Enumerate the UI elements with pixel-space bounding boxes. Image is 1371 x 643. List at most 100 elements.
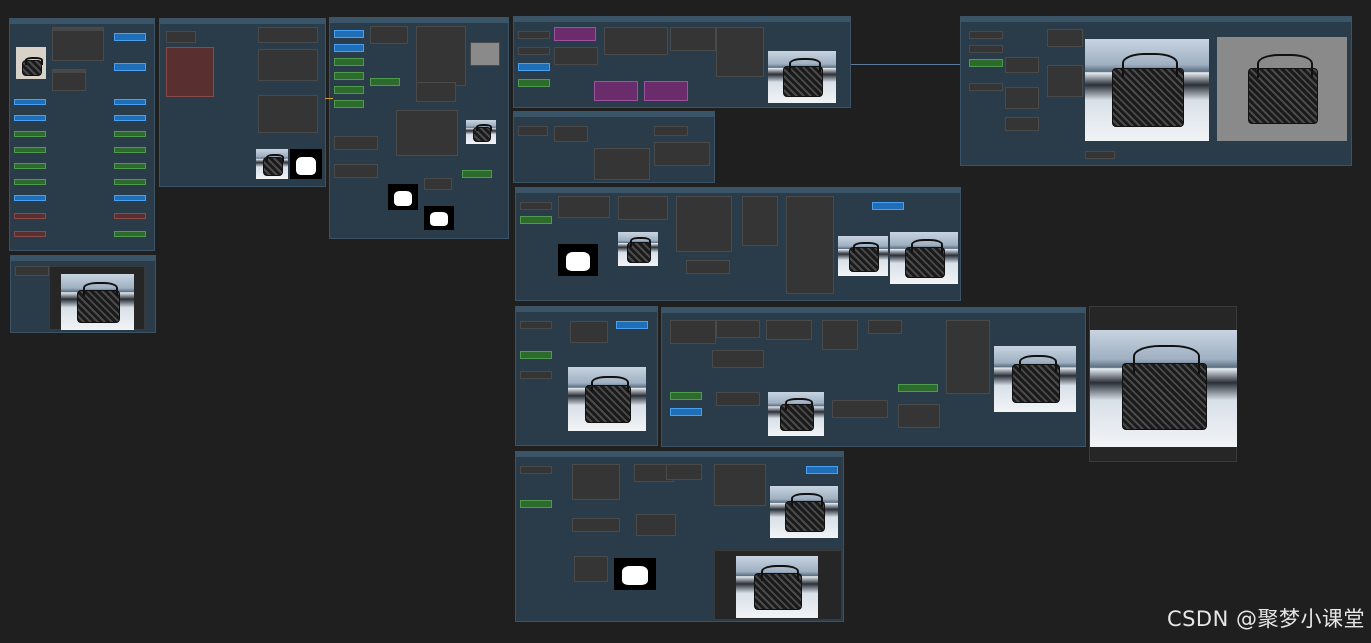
model-node[interactable] [766,320,812,340]
image-preview-node[interactable] [470,42,500,66]
primitive-node[interactable] [114,195,146,201]
primitive-node[interactable] [14,195,46,201]
prompt-node[interactable] [969,59,1003,67]
model-node[interactable] [742,196,778,246]
conditioning-node[interactable] [258,49,318,81]
model-node[interactable] [1005,117,1039,131]
primitive-node[interactable] [114,115,146,121]
reroute-node[interactable] [114,213,146,219]
primitive-node[interactable] [114,99,146,105]
group-header[interactable] [330,18,508,23]
prompt-node[interactable] [462,170,492,178]
vae-node[interactable] [686,260,730,274]
loader-node[interactable] [969,31,1003,39]
vae-decode-node[interactable] [416,82,456,102]
group-header[interactable] [516,307,657,312]
vae-node[interactable] [969,83,1003,91]
node-group-mask[interactable] [159,18,326,187]
mask-node[interactable] [334,136,378,150]
group-header[interactable] [160,19,325,24]
node-group-detail[interactable] [661,307,1086,447]
ksampler-node[interactable] [636,514,676,536]
model-node[interactable] [670,27,716,51]
primitive-node[interactable] [334,44,364,52]
upscale-node[interactable] [554,126,588,142]
prompt-node[interactable] [114,147,146,153]
segment-node[interactable] [258,95,318,133]
model-node[interactable] [868,320,902,334]
node-group-compare[interactable] [960,16,1352,166]
encode-node[interactable] [558,196,610,218]
loader-node[interactable] [518,126,548,136]
node-group-inpaint[interactable] [515,187,961,301]
prompt-node[interactable] [670,392,702,400]
prompt-node[interactable] [114,179,146,185]
ksampler-node[interactable] [946,320,990,394]
group-header[interactable] [516,188,960,193]
model-node[interactable] [666,464,702,480]
resize-node[interactable] [52,69,86,91]
ksampler-node[interactable] [714,464,766,506]
model-node[interactable] [822,320,858,350]
model-node[interactable] [572,518,620,532]
primitive-node[interactable] [872,202,904,210]
primitive-node[interactable] [114,63,146,71]
prompt-node[interactable] [898,384,938,392]
loader-node[interactable] [520,466,552,474]
prompt-node[interactable] [114,131,146,137]
mask-node[interactable] [334,164,378,178]
prompt-node[interactable] [14,131,46,137]
ipadapter-node[interactable] [594,81,638,101]
model-node[interactable] [1005,57,1039,73]
node-group-ipadapter[interactable] [513,16,851,108]
prompt-node[interactable] [334,72,364,80]
prompt-node[interactable] [114,163,146,169]
prompt-node[interactable] [14,163,46,169]
group-header[interactable] [10,19,154,24]
node-group-relight[interactable] [515,306,658,446]
node-group-controlnet[interactable] [329,17,509,239]
loader-node[interactable] [518,47,550,55]
loader-node[interactable] [166,31,196,43]
save-image-node[interactable] [15,266,49,276]
image-node[interactable] [832,400,888,418]
prompt-node[interactable] [334,100,364,108]
model-node[interactable] [572,464,620,500]
model-node[interactable] [604,27,668,55]
model-node[interactable] [1005,87,1039,109]
group-header[interactable] [961,17,1351,22]
prompt-node[interactable] [518,79,550,87]
prompt-node[interactable] [520,216,552,224]
mask-node[interactable] [574,556,608,582]
ksampler-node[interactable] [1047,29,1083,47]
ksampler-node[interactable] [594,148,650,180]
save-node[interactable] [424,178,452,190]
primitive-node[interactable] [14,99,46,105]
prompt-node[interactable] [520,351,552,359]
prompt-node[interactable] [370,78,400,86]
prompt-node[interactable] [520,500,552,508]
group-header[interactable] [516,452,843,457]
loader-node[interactable] [520,321,552,329]
image-composite-node[interactable] [396,110,458,156]
reroute-node[interactable] [14,231,46,237]
group-header[interactable] [11,256,155,261]
group-header[interactable] [514,17,850,22]
model-node[interactable] [670,320,716,344]
load-image-node[interactable] [52,27,104,61]
loader-node[interactable] [520,202,552,210]
save-node[interactable] [1085,151,1115,159]
ksampler-node[interactable] [416,26,466,86]
save-node[interactable] [898,404,940,428]
prompt-node[interactable] [334,86,364,94]
node-group-inputs[interactable] [9,18,155,251]
model-node[interactable] [716,320,760,338]
conditioning-node[interactable] [712,350,764,368]
prompt-node[interactable] [14,179,46,185]
ipadapter-node[interactable] [554,27,596,41]
primitive-node[interactable] [518,63,550,71]
ksampler-node[interactable] [786,196,834,294]
primitive-node[interactable] [616,321,648,329]
prompt-node[interactable] [334,58,364,66]
primitive-node[interactable] [670,408,702,416]
